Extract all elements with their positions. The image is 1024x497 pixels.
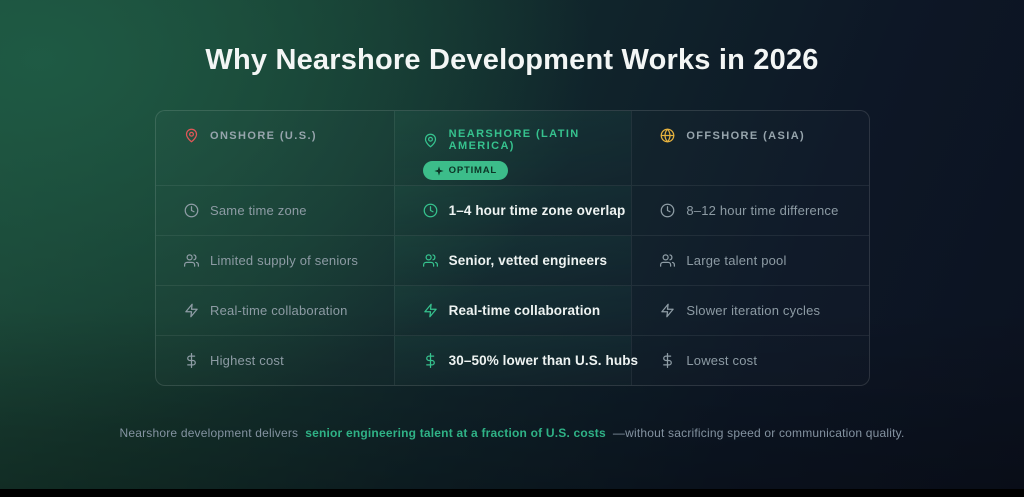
footer-highlight: senior engineering talent at a fraction … [305, 426, 606, 440]
column-label-offshore: OFFSHORE (ASIA) [686, 130, 805, 142]
cell-offshore-row-1: 8–12 hour time difference [631, 185, 869, 235]
column-header-line: NEARSHORE (LATIN AMERICA) [423, 128, 632, 152]
bolt-icon [423, 303, 438, 318]
cell-text: Highest cost [210, 353, 284, 368]
location-pin-icon [184, 128, 199, 143]
cell-onshore-row-3: Real-time collaboration [156, 285, 394, 335]
bolt-icon [184, 303, 199, 318]
comparison-table: ONSHORE (U.S.) NEARSHORE (LATIN AMERICA) O… [155, 110, 870, 386]
dollar-icon [660, 353, 675, 368]
optimal-badge: OPTIMAL [423, 161, 508, 180]
cell-text: 30–50% lower than U.S. hubs [449, 353, 639, 368]
globe-icon [660, 128, 675, 143]
cell-offshore-row-3: Slower iteration cycles [631, 285, 869, 335]
dollar-icon [184, 353, 199, 368]
column-header-line: OFFSHORE (ASIA) [660, 128, 805, 143]
cell-text: 1–4 hour time zone overlap [449, 203, 626, 218]
cell-offshore-row-4: Lowest cost [631, 335, 869, 385]
footer-prefix: Nearshore development delivers [119, 426, 298, 440]
cell-text: Real-time collaboration [449, 303, 601, 318]
clock-icon [660, 203, 675, 218]
cell-offshore-row-2: Large talent pool [631, 235, 869, 285]
cell-onshore-row-4: Highest cost [156, 335, 394, 385]
column-header-onshore: ONSHORE (U.S.) [156, 111, 394, 185]
location-pin-icon [423, 133, 438, 148]
cell-nearshore-row-1: 1–4 hour time zone overlap [394, 185, 632, 235]
cell-nearshore-row-2: Senior, vetted engineers [394, 235, 632, 285]
users-icon [423, 253, 438, 268]
column-header-nearshore: NEARSHORE (LATIN AMERICA) OPTIMAL [394, 111, 632, 185]
cell-text: Limited supply of seniors [210, 253, 358, 268]
clock-icon [423, 203, 438, 218]
clock-icon [184, 203, 199, 218]
page-title: Why Nearshore Development Works in 2026 [0, 44, 1024, 77]
footer-suffix: —without sacrificing speed or communicat… [613, 426, 905, 440]
users-icon [184, 253, 199, 268]
cell-text: Slower iteration cycles [686, 303, 820, 318]
bottom-black-bar [0, 489, 1024, 497]
column-label-nearshore: NEARSHORE (LATIN AMERICA) [449, 128, 632, 152]
cell-text: Real-time collaboration [210, 303, 348, 318]
cell-onshore-row-2: Limited supply of seniors [156, 235, 394, 285]
dollar-icon [423, 353, 438, 368]
cell-nearshore-row-3: Real-time collaboration [394, 285, 632, 335]
column-header-line: ONSHORE (U.S.) [184, 128, 317, 143]
cell-onshore-row-1: Same time zone [156, 185, 394, 235]
column-header-offshore: OFFSHORE (ASIA) [631, 111, 869, 185]
optimal-badge-label: OPTIMAL [449, 165, 497, 176]
users-icon [660, 253, 675, 268]
cell-text: 8–12 hour time difference [686, 203, 838, 218]
bolt-icon [660, 303, 675, 318]
infographic-canvas: Why Nearshore Development Works in 2026 … [0, 0, 1024, 497]
cell-text: Same time zone [210, 203, 307, 218]
footer-note: Nearshore development delivers senior eng… [0, 426, 1024, 440]
sparkle-icon [434, 166, 444, 176]
column-label-onshore: ONSHORE (U.S.) [210, 130, 317, 142]
cell-nearshore-row-4: 30–50% lower than U.S. hubs [394, 335, 632, 385]
cell-text: Lowest cost [686, 353, 757, 368]
cell-text: Large talent pool [686, 253, 786, 268]
cell-text: Senior, vetted engineers [449, 253, 607, 268]
